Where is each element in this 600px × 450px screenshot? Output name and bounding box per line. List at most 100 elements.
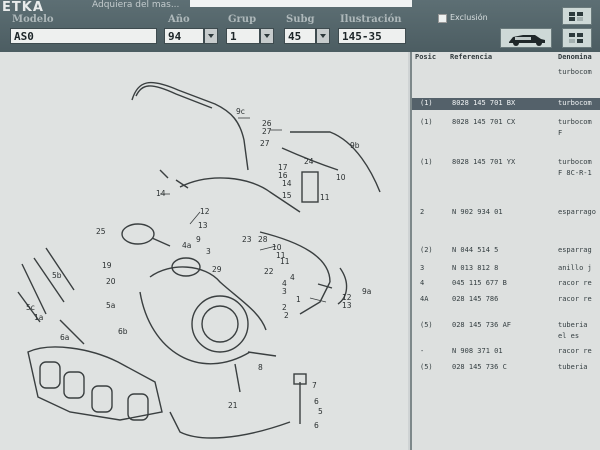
row-posic: - (420, 347, 425, 355)
callout-label[interactable]: 12 (200, 207, 210, 216)
subg-label: Subg (286, 14, 315, 25)
callout-label[interactable]: 21 (228, 401, 238, 410)
callout-label[interactable]: 2 (284, 311, 289, 320)
callout-label[interactable]: 9c (236, 107, 245, 116)
header-posic: Posic (415, 53, 437, 61)
callout-label[interactable]: 19 (102, 261, 112, 270)
table-row[interactable]: (5) 028 145 736 AF tuberia (412, 320, 600, 332)
callout-label[interactable]: 28 (258, 235, 268, 244)
callout-label[interactable]: 1 (296, 295, 301, 304)
row-referencia: N 013 812 8 (452, 264, 499, 272)
callout-label[interactable]: 11 (276, 251, 286, 260)
ano-field[interactable]: 94 (164, 28, 204, 44)
callout-label[interactable]: 11 (320, 193, 330, 202)
callout-label[interactable]: 6 (314, 421, 319, 430)
callout-label[interactable]: 3 (206, 247, 211, 256)
callout-label[interactable]: 6b (118, 327, 128, 336)
row-denominacion: turbocom (558, 118, 592, 126)
row-posic: (2) (420, 246, 433, 254)
callout-label[interactable]: 6 (314, 397, 319, 406)
callout-label[interactable]: 15 (282, 191, 292, 200)
callout-label[interactable]: 5c (26, 303, 35, 312)
table-row[interactable]: - N 908 371 01 racor re (412, 346, 600, 358)
subg-field[interactable]: 45 (284, 28, 316, 44)
row-denominacion: racor re (558, 279, 592, 287)
callout-label[interactable]: 1a (34, 313, 43, 322)
table-row[interactable]: (1) 8028 145 701 YX turbocom (412, 157, 600, 169)
callout-label[interactable]: 5a (106, 301, 115, 310)
parts-table[interactable]: Posic Referencia Denomina turbocom (1) 80… (410, 52, 600, 450)
grid-icon (569, 12, 583, 21)
callout-label[interactable]: 29 (212, 265, 222, 274)
grup-field[interactable]: 1 (226, 28, 260, 44)
table-row[interactable]: 3 N 013 812 8 anillo j (412, 263, 600, 275)
row-referencia: 028 145 736 AF (452, 321, 512, 329)
callout-label[interactable]: 24 (304, 157, 314, 166)
row-referencia: 8028 145 701 YX (452, 158, 516, 166)
toolbar-button-1[interactable] (562, 7, 592, 25)
callout-label[interactable]: 27 (262, 127, 272, 136)
ano-dropdown-icon[interactable] (204, 28, 218, 44)
row-denominacion: racor re (558, 347, 592, 355)
callout-label[interactable]: 9 (196, 235, 201, 244)
row-posic: 4A (420, 295, 429, 303)
top-bar: ETKA Adquiera del mas... Modelo AS0 Año … (0, 0, 600, 52)
callout-label[interactable]: 13 (342, 301, 352, 310)
row-note: el es (558, 332, 580, 340)
callout-label[interactable]: 14 (156, 189, 166, 198)
toolbar-button-2[interactable] (562, 28, 592, 48)
table-row[interactable]: 4 045 115 677 B racor re (412, 278, 600, 290)
table-row[interactable]: (2) N 044 514 5 esparrag (412, 245, 600, 257)
row-referencia: 028 145 736 C (452, 363, 507, 371)
row-denominacion: racor re (558, 295, 592, 303)
callout-label[interactable]: 13 (198, 221, 208, 230)
callout-label[interactable]: 14 (282, 179, 292, 188)
exclusion-checkbox[interactable] (438, 14, 447, 23)
table-row[interactable]: (1) 8028 145 701 CX turbocom (412, 117, 600, 129)
callout-label[interactable]: 4 (290, 273, 295, 282)
callout-label[interactable]: 10 (336, 173, 346, 182)
row-posic: (1) (420, 99, 433, 107)
ano-label: Año (168, 14, 190, 25)
parts-table-header: Posic Referencia Denomina (412, 52, 600, 63)
modelo-label: Modelo (12, 14, 54, 25)
exploded-parts-diagram[interactable]: 9c 26 27 27 9b 17 16 14 15 24 10 11 14 12 13 9 25 4a 3 23 28… (0, 52, 408, 450)
table-row[interactable]: 2 N 902 934 01 esparrago (412, 207, 600, 219)
table-row[interactable]: (5) 028 145 736 C tuberia (412, 362, 600, 374)
row-referencia: 028 145 786 (452, 295, 499, 303)
callout-label[interactable]: 3 (282, 287, 287, 296)
grup-dropdown-icon[interactable] (260, 28, 274, 44)
search-strip[interactable] (190, 0, 412, 7)
row-posic: (1) (420, 158, 433, 166)
exclusion-label: Exclusión (450, 13, 488, 22)
callout-label[interactable]: 9b (350, 141, 360, 150)
row-denominacion: esparrago (558, 208, 596, 216)
grup-label: Grup (228, 14, 257, 25)
callout-label[interactable]: 20 (106, 277, 116, 286)
vehicle-button[interactable] (500, 28, 552, 48)
callout-label[interactable]: 4a (182, 241, 191, 250)
row-posic: (5) (420, 321, 433, 329)
callout-label[interactable]: 4 (282, 279, 287, 288)
table-row[interactable]: 4A 028 145 786 racor re (412, 294, 600, 306)
callout-label[interactable]: 22 (264, 267, 274, 276)
callout-label[interactable]: 5b (52, 271, 62, 280)
callout-label[interactable]: 5 (318, 407, 323, 416)
callout-label[interactable]: 6a (60, 333, 69, 342)
callout-label[interactable]: 23 (242, 235, 252, 244)
row-denominacion: tuberia (558, 363, 588, 371)
callout-label[interactable]: 27 (260, 139, 270, 148)
row-referencia: N 902 934 01 (452, 208, 503, 216)
car-icon (509, 35, 545, 46)
subg-dropdown-icon[interactable] (316, 28, 330, 44)
callout-label[interactable]: 7 (312, 381, 317, 390)
callout-label[interactable]: 8 (258, 363, 263, 372)
modelo-field[interactable]: AS0 (10, 28, 157, 44)
callout-label[interactable]: 25 (96, 227, 106, 236)
ilustracion-field[interactable]: 145-35 (338, 28, 406, 44)
table-row[interactable]: (1) 8028 145 701 BX turbocom (412, 98, 600, 110)
callout-label[interactable]: 9a (362, 287, 371, 296)
row-posic: 4 (420, 279, 425, 287)
row-referencia: 8028 145 701 CX (452, 118, 516, 126)
callout-label[interactable]: 2 (282, 303, 287, 312)
